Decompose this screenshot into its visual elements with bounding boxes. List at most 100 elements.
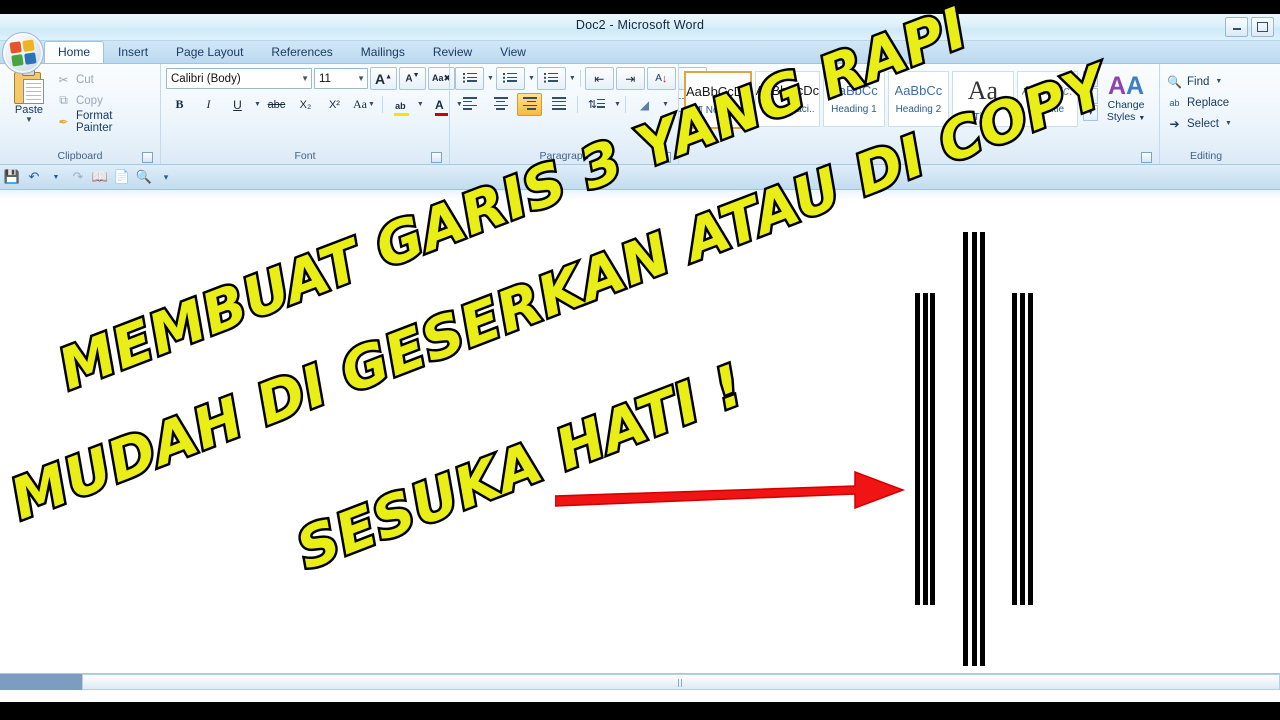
tab-mailings[interactable]: Mailings xyxy=(347,41,419,63)
copy-button[interactable]: ⧉ Copy xyxy=(53,91,155,110)
save-icon[interactable]: 💾 xyxy=(3,168,21,186)
style-heading-1[interactable]: AaBbCc Heading 1 xyxy=(823,71,885,127)
paste-dropdown-icon[interactable]: ▼ xyxy=(25,116,33,124)
multilevel-list-button[interactable] xyxy=(536,67,566,90)
style-name: Heading 2 xyxy=(895,104,942,115)
numbering-button[interactable] xyxy=(495,67,525,90)
red-arrow xyxy=(555,470,906,510)
paragraph-dialog-launcher[interactable] xyxy=(660,152,671,163)
find-button[interactable]: 🔍 Find ▼ xyxy=(1165,71,1224,92)
select-dropdown-icon[interactable]: ▼ xyxy=(1225,120,1232,127)
font-name-combo[interactable]: Calibri (Body) ▼ xyxy=(166,68,312,89)
change-case-button[interactable]: Aa ▼ xyxy=(350,93,378,116)
justify-button[interactable] xyxy=(544,93,573,116)
font-name-value: Calibri (Body) xyxy=(171,72,241,85)
multilevel-dropdown-icon[interactable]: ▼ xyxy=(569,75,576,82)
superscript-button[interactable]: X² xyxy=(321,93,348,116)
style-sample: AaBbCc xyxy=(894,83,943,98)
styles-scroll-spinner[interactable]: ▲ ▼ ▾ xyxy=(1083,71,1099,122)
tab-view[interactable]: View xyxy=(486,41,540,63)
new-document-icon[interactable]: 📄 xyxy=(113,168,131,186)
restore-button[interactable] xyxy=(1251,17,1274,37)
customize-qat-icon[interactable]: ▾ xyxy=(157,168,175,186)
center-line-group[interactable] xyxy=(963,232,985,666)
office-button[interactable] xyxy=(2,32,44,74)
style-title[interactable]: Aa Title xyxy=(952,71,1014,127)
clipboard-dialog-launcher[interactable] xyxy=(142,152,153,163)
tab-home[interactable]: Home xyxy=(44,41,105,63)
superscript-label: X² xyxy=(328,98,340,111)
tab-page-layout[interactable]: Page Layout xyxy=(162,41,257,63)
cut-button[interactable]: ✂ Cut xyxy=(53,70,155,89)
underline-button[interactable]: U xyxy=(224,93,251,116)
subscript-button[interactable]: X₂ xyxy=(292,93,319,116)
underline-dropdown-icon[interactable]: ▼ xyxy=(254,101,261,108)
chevron-down-icon: ▼ xyxy=(357,74,365,83)
strikethrough-button[interactable]: abc xyxy=(263,93,290,116)
tab-review[interactable]: Review xyxy=(419,41,486,63)
horizontal-scrollbar[interactable] xyxy=(0,673,1280,690)
open-icon[interactable]: 📖 xyxy=(91,168,109,186)
style-name: Subtitle xyxy=(1030,104,1065,115)
align-right-button[interactable] xyxy=(517,93,542,116)
line-spacing-button[interactable]: ⇅ xyxy=(582,93,611,116)
tab-references[interactable]: References xyxy=(257,41,346,63)
line-spacing-dropdown-icon[interactable]: ▼ xyxy=(614,101,621,108)
bold-button[interactable]: B xyxy=(166,93,193,116)
decrease-indent-button[interactable]: ⇤ xyxy=(584,67,614,90)
letterbox-top xyxy=(0,0,1280,14)
undo-icon[interactable]: ↶ xyxy=(25,168,43,186)
document-canvas[interactable] xyxy=(0,200,1280,690)
vertical-line xyxy=(930,293,935,605)
right-line-group[interactable] xyxy=(1012,293,1033,605)
left-line-group[interactable] xyxy=(915,293,935,605)
highlight-dropdown-icon[interactable]: ▼ xyxy=(417,101,424,108)
italic-label: I xyxy=(206,97,211,111)
select-label: Select xyxy=(1187,117,1219,130)
styles-dialog-launcher[interactable] xyxy=(1141,152,1152,163)
print-preview-icon[interactable]: 🔍 xyxy=(135,168,153,186)
style-heading-2[interactable]: AaBbCc Heading 2 xyxy=(887,71,950,127)
underline-label: U xyxy=(233,97,242,112)
increase-indent-button[interactable]: ⇥ xyxy=(615,67,645,90)
font-size-combo[interactable]: 11 ▼ xyxy=(314,68,368,89)
text-highlight-button[interactable]: ab xyxy=(387,93,414,116)
redo-icon[interactable]: ↷ xyxy=(69,168,87,186)
replace-button[interactable]: ab Replace xyxy=(1165,92,1231,113)
shrink-font-button[interactable]: A▼ xyxy=(399,67,426,90)
select-button[interactable]: ➔ Select ▼ xyxy=(1165,113,1234,134)
shading-dropdown-icon[interactable]: ▼ xyxy=(662,101,669,108)
undo-dropdown-icon[interactable]: ▼ xyxy=(47,168,65,186)
styles-scroll-up-icon[interactable]: ▲ xyxy=(1083,71,1099,87)
sort-button[interactable]: A ↓ xyxy=(646,67,676,90)
minimize-button[interactable] xyxy=(1225,17,1248,37)
styles-scroll-down-icon[interactable]: ▼ xyxy=(1083,88,1099,104)
cursor-icon: ➔ xyxy=(1169,116,1180,131)
shading-button[interactable]: ◢ xyxy=(630,93,659,116)
style-no-spacing[interactable]: AaBbCcDc ¶ No Spaci.. xyxy=(754,71,821,127)
style-normal[interactable]: AaBbCcDc ¶ Normal xyxy=(684,71,752,129)
bullets-button[interactable] xyxy=(455,67,484,90)
find-dropdown-icon[interactable]: ▼ xyxy=(1215,78,1222,85)
tab-insert[interactable]: Insert xyxy=(104,41,162,63)
clipboard-group-label: Clipboard xyxy=(5,149,155,164)
styles-more-icon[interactable]: ▾ xyxy=(1083,105,1099,121)
scrollbar-thumb[interactable] xyxy=(82,674,1280,690)
numbering-dropdown-icon[interactable]: ▼ xyxy=(528,75,535,82)
bullets-dropdown-icon[interactable]: ▼ xyxy=(487,75,494,82)
align-left-button[interactable] xyxy=(455,93,484,116)
change-styles-label-2: Styles ▼ xyxy=(1106,111,1146,123)
change-styles-button[interactable]: AA Change Styles ▼ xyxy=(1098,71,1154,125)
font-color-label: A xyxy=(434,97,444,112)
font-dialog-launcher[interactable] xyxy=(431,152,442,163)
style-subtitle[interactable]: AaBbCc. Subtitle xyxy=(1016,71,1079,127)
paste-button[interactable]: Paste ▼ xyxy=(5,67,53,124)
align-center-button[interactable] xyxy=(486,93,515,116)
format-painter-button[interactable]: ✒ Format Painter xyxy=(53,110,155,134)
grow-font-button[interactable]: A▲ xyxy=(370,67,397,90)
italic-button[interactable]: I xyxy=(195,93,222,116)
change-styles-icon: AA xyxy=(1107,72,1145,100)
vertical-line xyxy=(915,293,920,605)
clear-formatting-label: Aa xyxy=(431,73,444,83)
scrollbar-corner xyxy=(0,674,82,690)
